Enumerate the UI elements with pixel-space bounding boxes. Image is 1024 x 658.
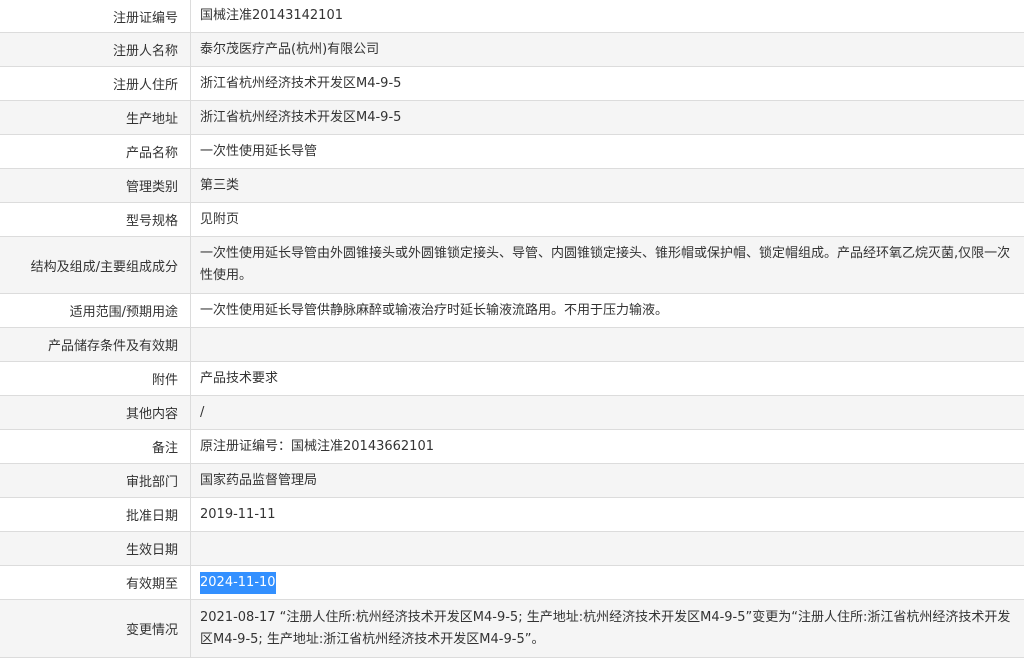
value-valid-until-selected[interactable]: 2024-11-10: [200, 571, 276, 594]
label-approval-department: 审批部门: [0, 464, 191, 497]
value-approval-date: 2019-11-11: [200, 506, 276, 522]
registration-detail-table: 注册证编号 国械注准20143142101 注册人名称 泰尔茂医疗产品(杭州)有…: [0, 0, 1024, 658]
row-approval-date: 批准日期 2019-11-11: [0, 498, 1024, 532]
label-registration-number: 注册证编号: [0, 0, 191, 32]
value-registration-number: 国械注准20143142101: [200, 8, 343, 23]
value-registrant-name: 泰尔茂医疗产品(杭州)有限公司: [200, 41, 380, 57]
row-other-content: 其他内容 /: [0, 396, 1024, 430]
label-approval-date: 批准日期: [0, 498, 191, 531]
value-production-address: 浙江省杭州经济技术开发区M4-9-5: [200, 109, 402, 125]
row-change-history: 变更情况 2021-08-17 “注册人住所:杭州经济技术开发区M4-9-5; …: [0, 600, 1024, 658]
value-product-name: 一次性使用延长导管: [200, 143, 318, 159]
row-product-name: 产品名称 一次性使用延长导管: [0, 135, 1024, 169]
value-change-history: 2021-08-17 “注册人住所:杭州经济技术开发区M4-9-5; 生产地址:…: [200, 609, 1011, 647]
value-model-spec: 见附页: [200, 211, 240, 227]
row-storage-conditions: 产品储存条件及有效期: [0, 328, 1024, 362]
label-change-history: 变更情况: [0, 600, 191, 657]
label-other-content: 其他内容: [0, 396, 191, 429]
value-management-category: 第三类: [200, 177, 240, 193]
label-model-spec: 型号规格: [0, 203, 191, 236]
row-attachment: 附件 产品技术要求: [0, 362, 1024, 396]
label-registrant-name: 注册人名称: [0, 33, 191, 66]
row-effective-date: 生效日期: [0, 532, 1024, 566]
row-approval-department: 审批部门 国家药品监督管理局: [0, 464, 1024, 498]
row-valid-until: 有效期至 2024-11-10: [0, 566, 1024, 600]
row-registration-number: 注册证编号 国械注准20143142101: [0, 0, 1024, 33]
row-intended-use: 适用范围/预期用途 一次性使用延长导管供静脉麻醉或输液治疗时延长输液流路用。不用…: [0, 294, 1024, 328]
row-production-address: 生产地址 浙江省杭州经济技术开发区M4-9-5: [0, 101, 1024, 135]
row-registrant-name: 注册人名称 泰尔茂医疗产品(杭州)有限公司: [0, 33, 1024, 67]
label-structure-composition: 结构及组成/主要组成成分: [0, 237, 191, 293]
value-other-content: /: [200, 404, 205, 420]
label-product-name: 产品名称: [0, 135, 191, 168]
row-management-category: 管理类别 第三类: [0, 169, 1024, 203]
row-registrant-address: 注册人住所 浙江省杭州经济技术开发区M4-9-5: [0, 67, 1024, 101]
label-registrant-address: 注册人住所: [0, 67, 191, 100]
row-model-spec: 型号规格 见附页: [0, 203, 1024, 237]
value-structure-composition: 一次性使用延长导管由外圆锥接头或外圆锥锁定接头、导管、内圆锥锁定接头、锥形帽或保…: [200, 246, 1011, 283]
label-remarks: 备注: [0, 430, 191, 463]
label-attachment: 附件: [0, 362, 191, 395]
label-intended-use: 适用范围/预期用途: [0, 294, 191, 327]
value-registrant-address: 浙江省杭州经济技术开发区M4-9-5: [200, 75, 402, 91]
value-remarks: 原注册证编号：国械注准20143662101: [200, 438, 434, 454]
value-approval-department: 国家药品监督管理局: [200, 472, 318, 488]
label-valid-until: 有效期至: [0, 566, 191, 599]
label-management-category: 管理类别: [0, 169, 191, 202]
value-attachment: 产品技术要求: [200, 370, 279, 386]
label-production-address: 生产地址: [0, 101, 191, 134]
row-structure-composition: 结构及组成/主要组成成分 一次性使用延长导管由外圆锥接头或外圆锥锁定接头、导管、…: [0, 237, 1024, 294]
label-storage-conditions: 产品储存条件及有效期: [0, 328, 191, 361]
value-intended-use: 一次性使用延长导管供静脉麻醉或输液治疗时延长输液流路用。不用于压力输液。: [200, 302, 669, 318]
row-remarks: 备注 原注册证编号：国械注准20143662101: [0, 430, 1024, 464]
label-effective-date: 生效日期: [0, 532, 191, 565]
